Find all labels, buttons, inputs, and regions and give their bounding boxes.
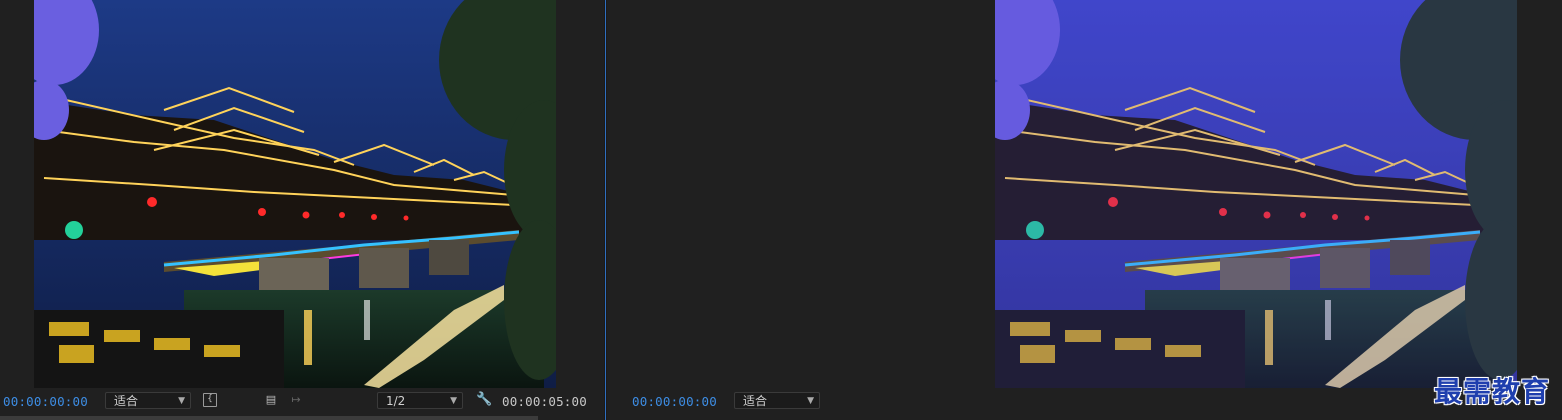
source-duration-timecode: 00:00:05:00 [502, 394, 587, 409]
source-video-preview[interactable] [34, 0, 556, 388]
source-controls-bar: 00:00:00:00 适合 ▼ { ▤ ↦ 1/2 ▼ 🔧 00:00:05:… [0, 390, 604, 412]
source-video-frame [34, 0, 556, 388]
program-monitor-panel: 00:00:00:00 适合 ▼ 最需教育 [607, 0, 1562, 420]
chevron-down-icon: ▼ [807, 396, 814, 406]
film-strip-icon[interactable]: ▤ [264, 393, 278, 407]
chevron-down-icon: ▼ [450, 396, 457, 406]
wrench-icon[interactable]: 🔧 [476, 393, 492, 407]
program-fit-dropdown[interactable]: 适合 ▼ [734, 392, 820, 409]
program-video-preview[interactable] [995, 0, 1517, 388]
program-controls-bar: 00:00:00:00 适合 ▼ [607, 390, 1562, 412]
program-fit-label: 适合 [743, 394, 768, 408]
program-video-frame [995, 0, 1517, 388]
source-monitor-panel: 00:00:00:00 适合 ▼ { ▤ ↦ 1/2 ▼ 🔧 00:00:05:… [0, 0, 604, 420]
chevron-down-icon: ▼ [178, 396, 185, 406]
source-current-timecode[interactable]: 00:00:00:00 [3, 394, 88, 409]
source-fit-label: 适合 [114, 394, 139, 408]
resolution-dropdown[interactable]: 1/2 ▼ [377, 392, 463, 409]
source-scrub-bar[interactable] [0, 416, 538, 420]
source-fit-dropdown[interactable]: 适合 ▼ [105, 392, 191, 409]
watermark-logo: 最需教育 [1433, 375, 1550, 408]
resolution-label: 1/2 [386, 394, 406, 408]
marker-insert-icon[interactable]: { [203, 393, 217, 407]
drag-audio-video-icon[interactable]: ↦ [289, 393, 303, 407]
program-current-timecode[interactable]: 00:00:00:00 [632, 394, 717, 409]
